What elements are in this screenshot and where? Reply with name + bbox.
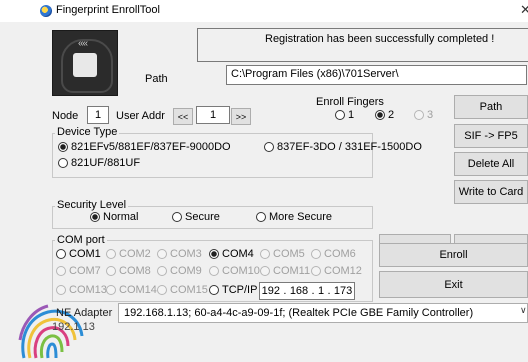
next-user-button[interactable]: >> [231, 108, 251, 125]
fingers-2-radio[interactable]: 2 [375, 109, 394, 121]
com8-radio[interactable]: COM8 [106, 265, 151, 277]
ip-octet-2: 168 [289, 285, 309, 297]
node-input[interactable]: 1 [87, 106, 109, 124]
device-type-group [52, 133, 373, 178]
com15-radio[interactable]: COM15 [157, 284, 208, 296]
device-type-legend: Device Type [55, 126, 120, 138]
sif-to-fp5-button[interactable]: SIF -> FP5 [454, 124, 528, 148]
com13-radio[interactable]: COM13 [56, 284, 107, 296]
exit-button[interactable]: Exit [379, 271, 528, 298]
security-secure-radio[interactable]: Secure [172, 211, 220, 223]
ip-octet-3: 1 [317, 285, 325, 297]
path-field[interactable]: C:\Program Files (x86)\701Server\ [226, 65, 527, 85]
fingerprint-sensor-image: «« [52, 30, 118, 96]
user-addr-input[interactable]: 1 [196, 106, 230, 124]
com1-radio[interactable]: COM1 [56, 248, 101, 260]
security-level-legend: Security Level [55, 199, 129, 211]
network-adapter-value: 192.168.1.13; 60-a4-4c-a9-09-1f; (Realte… [124, 307, 474, 319]
com12-radio[interactable]: COM12 [311, 265, 362, 277]
com7-radio[interactable]: COM7 [56, 265, 101, 277]
device-821efv5-radio[interactable]: 821EFv5/881EF/837EF-9000DO [58, 141, 231, 153]
com2-radio[interactable]: COM2 [106, 248, 151, 260]
com4-radio[interactable]: COM4 [209, 248, 254, 260]
tcpip-radio[interactable]: TCP/IP [209, 284, 257, 296]
fingers-3-radio[interactable]: 3 [414, 109, 433, 121]
local-ip-text: 192.1 13 [52, 321, 95, 333]
ip-address-field[interactable]: 192. 168. 1. 173 [259, 282, 355, 300]
path-button[interactable]: Path [454, 95, 528, 119]
prev-user-button[interactable]: << [173, 108, 193, 125]
com5-radio[interactable]: COM5 [260, 248, 305, 260]
com6-radio[interactable]: COM6 [311, 248, 356, 260]
com9-radio[interactable]: COM9 [157, 265, 202, 277]
device-837ef-3do-radio[interactable]: 837EF-3DO / 331EF-1500DO [264, 141, 422, 153]
fingers-1-radio[interactable]: 1 [335, 109, 354, 121]
delete-all-button[interactable]: Delete All [454, 152, 528, 176]
write-to-card-button[interactable]: Write to Card [454, 180, 528, 204]
close-icon[interactable]: ✕ [520, 2, 528, 18]
app-icon [40, 5, 52, 17]
com-port-legend: COM port [55, 234, 107, 246]
chevron-down-icon[interactable]: ∨ [520, 305, 527, 316]
path-label: Path [145, 73, 168, 85]
enroll-fingers-legend: Enroll Fingers [316, 96, 384, 108]
com14-radio[interactable]: COM14 [106, 284, 157, 296]
com10-radio[interactable]: COM10 [209, 265, 260, 277]
enroll-button[interactable]: Enroll [379, 243, 528, 267]
window-title: Fingerprint EnrollTool [56, 4, 160, 16]
network-adapter-label: NE Adapter [56, 307, 113, 319]
device-821uf-radio[interactable]: 821UF/881UF [58, 157, 140, 169]
security-more-secure-radio[interactable]: More Secure [256, 211, 332, 223]
com3-radio[interactable]: COM3 [157, 248, 202, 260]
user-addr-label: User Addr [116, 110, 165, 122]
chevron-icon: «« [78, 38, 88, 49]
security-normal-radio[interactable]: Normal [90, 211, 138, 223]
ip-octet-4: 173 [333, 285, 353, 297]
node-label: Node [52, 110, 79, 122]
com11-radio[interactable]: COM11 [260, 265, 310, 277]
status-message: Registration has been successfully compl… [265, 33, 495, 45]
ip-octet-1: 192 [261, 285, 281, 297]
